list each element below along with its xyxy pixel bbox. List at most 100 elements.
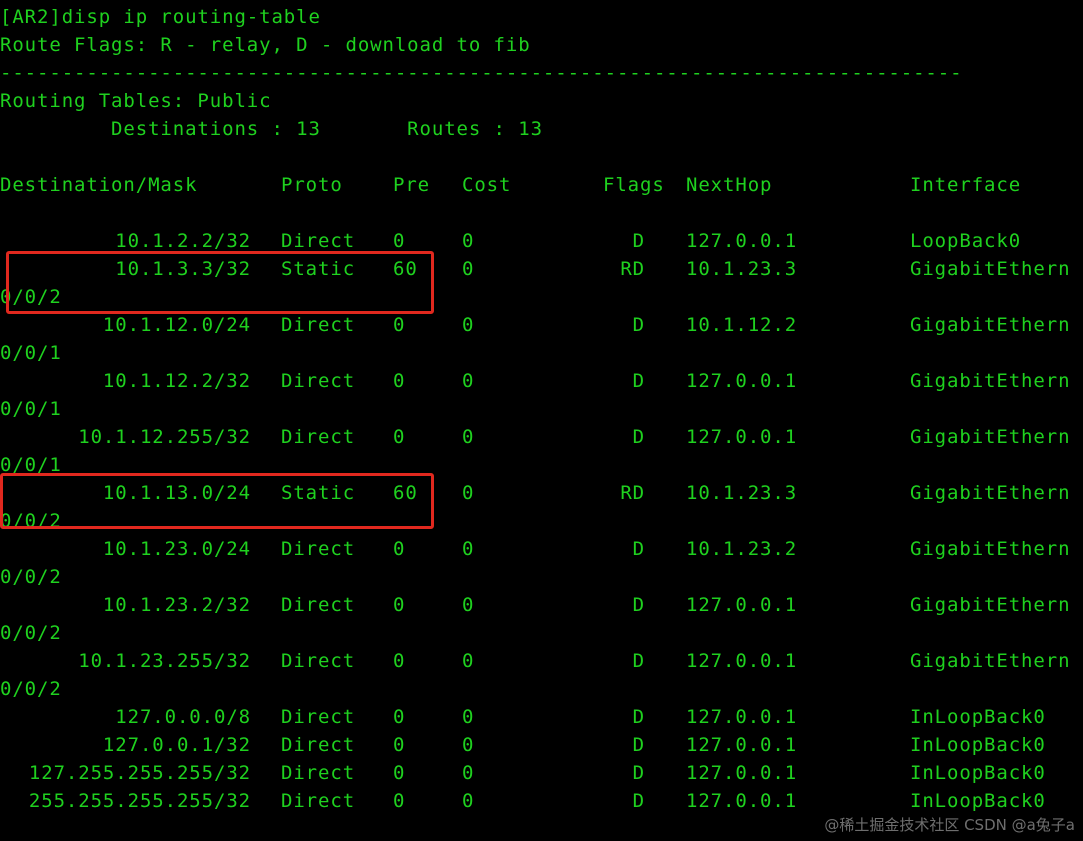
route-interface: InLoopBack0: [910, 734, 1046, 756]
route-flags: D: [632, 538, 645, 560]
route-interface: GigabitEthern: [910, 314, 1071, 336]
route-destination: 10.1.23.255/32: [78, 650, 251, 672]
route-flags: D: [632, 594, 645, 616]
route-proto: Direct: [281, 706, 356, 728]
route-nexthop: 127.0.0.1: [686, 706, 798, 728]
col-pre-header: Pre: [393, 174, 431, 196]
route-destination: 255.255.255.255/32: [28, 790, 251, 812]
col-cost-header: Cost: [462, 174, 512, 196]
route-destination: 127.0.0.0/8: [115, 706, 251, 728]
route-nexthop: 10.1.23.3: [686, 482, 798, 504]
route-interface-wrap: 0/0/2: [0, 566, 62, 588]
route-row: 10.1.12.2/32 Direct 0 0 D 127.0.0.1 GigabitEth…: [0, 367, 1083, 395]
routing-tables-title: Routing Tables: Public: [0, 90, 272, 112]
route-proto: Direct: [281, 594, 356, 616]
route-flags: D: [632, 314, 645, 336]
route-nexthop: 127.0.0.1: [686, 594, 798, 616]
route-flags: D: [632, 734, 645, 756]
route-row: 127.0.0.0/8 Direct 0 0 D 127.0.0.1 InLoopBack0: [0, 703, 1083, 731]
route-cost: 0: [462, 706, 475, 728]
route-preference: 0: [393, 538, 406, 560]
route-cost: 0: [462, 762, 475, 784]
col-nexthop-header: NextHop: [686, 174, 773, 196]
route-preference: 0: [393, 594, 406, 616]
destinations-routes-summary: Destinations : 13 Routes : 13: [0, 118, 543, 140]
route-flags: RD: [620, 258, 645, 280]
route-nexthop: 10.1.12.2: [686, 314, 798, 336]
highlight-box-static-route-1: [6, 251, 434, 314]
route-cost: 0: [462, 594, 475, 616]
route-interface: GigabitEthern: [910, 650, 1071, 672]
route-destination: 10.1.12.2/32: [102, 370, 251, 392]
route-preference: 0: [393, 426, 406, 448]
route-flags: RD: [620, 482, 645, 504]
route-row: 10.1.23.0/24 Direct 0 0 D 10.1.23.2 GigabitEth…: [0, 535, 1083, 563]
route-destination: 10.1.23.0/24: [102, 538, 251, 560]
route-nexthop: 127.0.0.1: [686, 762, 798, 784]
highlight-box-static-route-2: [0, 473, 434, 529]
route-flags: D: [632, 370, 645, 392]
route-nexthop: 127.0.0.1: [686, 734, 798, 756]
route-row: 10.1.23.2/32 Direct 0 0 D 127.0.0.1 GigabitEth…: [0, 591, 1083, 619]
route-flags: D: [632, 706, 645, 728]
route-nexthop: 127.0.0.1: [686, 790, 798, 812]
route-interface: GigabitEthern: [910, 538, 1071, 560]
route-nexthop: 127.0.0.1: [686, 370, 798, 392]
route-row: 10.1.12.255/32 Direct 0 0 D 127.0.0.1 GigabitE…: [0, 423, 1083, 451]
route-nexthop: 10.1.23.2: [686, 538, 798, 560]
route-cost: 0: [462, 370, 475, 392]
route-flags-legend: Route Flags: R - relay, D - download to …: [0, 34, 531, 56]
route-row: 127.0.0.1/32 Direct 0 0 D 127.0.0.1 InLoopBack…: [0, 731, 1083, 759]
route-cost: 0: [462, 538, 475, 560]
route-interface-wrap: 0/0/2: [0, 678, 62, 700]
route-row: 10.1.12.0/24 Direct 0 0 D 10.1.12.2 GigabitEth…: [0, 311, 1083, 339]
route-proto: Direct: [281, 370, 356, 392]
terminal-window[interactable]: [AR2]disp ip routing-table Route Flags: …: [0, 0, 1083, 841]
route-cost: 0: [462, 650, 475, 672]
route-interface: GigabitEthern: [910, 370, 1071, 392]
route-preference: 0: [393, 650, 406, 672]
route-proto: Direct: [281, 650, 356, 672]
route-preference: 0: [393, 790, 406, 812]
route-proto: Direct: [281, 762, 356, 784]
route-proto: Direct: [281, 538, 356, 560]
route-cost: 0: [462, 230, 475, 252]
route-interface-wrap: 0/0/2: [0, 622, 62, 644]
route-cost: 0: [462, 258, 475, 280]
route-flags: D: [632, 650, 645, 672]
col-proto-header: Proto: [281, 174, 343, 196]
route-interface: GigabitEthern: [910, 482, 1071, 504]
route-interface: GigabitEthern: [910, 594, 1071, 616]
column-header-row: Destination/Mask Proto Pre Cost Flags Ne…: [0, 171, 1083, 199]
route-destination: 127.0.0.1/32: [102, 734, 251, 756]
route-interface: GigabitEthern: [910, 258, 1071, 280]
route-interface: InLoopBack0: [910, 706, 1046, 728]
route-preference: 0: [393, 762, 406, 784]
route-cost: 0: [462, 314, 475, 336]
route-interface: LoopBack0: [910, 230, 1022, 252]
separator-line: ----------------------------------------…: [0, 62, 963, 84]
route-flags: D: [632, 230, 645, 252]
route-flags: D: [632, 790, 645, 812]
route-cost: 0: [462, 734, 475, 756]
route-preference: 0: [393, 734, 406, 756]
col-flags-header: Flags: [603, 174, 665, 196]
route-destination: 127.255.255.255/32: [28, 762, 251, 784]
col-destination-header: Destination/Mask: [0, 174, 198, 196]
route-nexthop: 10.1.23.3: [686, 258, 798, 280]
route-row: 255.255.255.255/32 Direct 0 0 D 127.0.0.1 InLo…: [0, 787, 1083, 815]
route-interface-wrap: 0/0/1: [0, 342, 62, 364]
route-interface: GigabitEthern: [910, 426, 1071, 448]
command-line: [AR2]disp ip routing-table: [0, 6, 321, 28]
route-preference: 0: [393, 706, 406, 728]
route-interface: InLoopBack0: [910, 790, 1046, 812]
route-nexthop: 127.0.0.1: [686, 650, 798, 672]
route-flags: D: [632, 762, 645, 784]
route-proto: Direct: [281, 734, 356, 756]
route-interface: InLoopBack0: [910, 762, 1046, 784]
watermark: @稀土掘金技术社区 CSDN @a兔子a: [824, 816, 1075, 834]
route-preference: 0: [393, 370, 406, 392]
route-destination: 10.1.12.255/32: [78, 426, 251, 448]
route-destination: 10.1.23.2/32: [102, 594, 251, 616]
route-interface-wrap: 0/0/1: [0, 398, 62, 420]
